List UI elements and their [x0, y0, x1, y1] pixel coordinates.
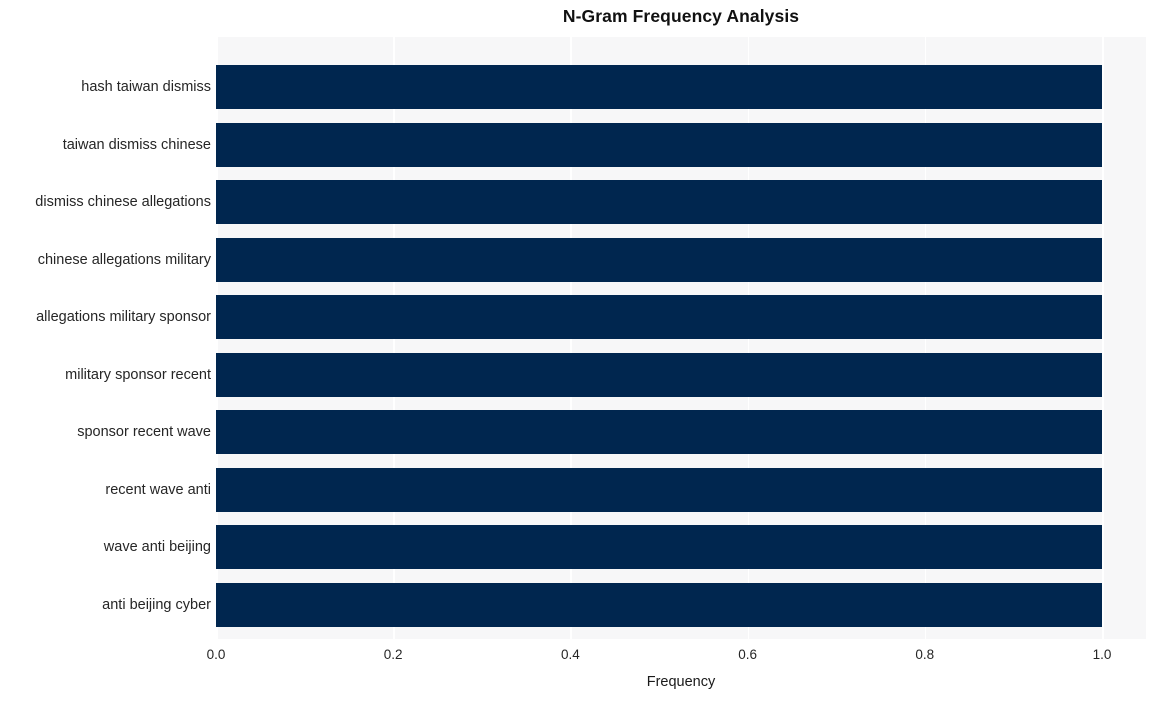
bar-fill [216, 525, 1102, 569]
bar[interactable] [216, 295, 1102, 339]
y-tick-label: recent wave anti [105, 481, 211, 498]
x-tick-label: 0.0 [206, 647, 226, 662]
x-tick-label: 0.8 [915, 647, 935, 662]
bar[interactable] [216, 237, 1102, 282]
bar-fill [216, 237, 1102, 282]
bar-fill [216, 180, 1102, 224]
bars-layer [216, 37, 1146, 639]
bar-fill [216, 582, 1102, 627]
bar-fill [216, 295, 1102, 339]
y-tick-label: anti beijing cyber [102, 596, 211, 613]
x-tick-label: 0.4 [561, 647, 580, 662]
y-tick-label: wave anti beijing [103, 539, 211, 555]
x-axis-tick-labels: 0.0 0.2 0.4 0.6 0.8 1.0 [0, 648, 1156, 670]
chart-figure: N-Gram Frequency Analysis hash taiwan di… [0, 0, 1156, 701]
bar-fill [216, 65, 1102, 109]
bar[interactable] [216, 122, 1102, 167]
y-tick-label: taiwan dismiss chinese [62, 136, 211, 153]
y-tick-label: sponsor recent wave [77, 424, 211, 440]
bar[interactable] [216, 352, 1102, 397]
bar-fill [216, 352, 1102, 397]
plot-area [216, 37, 1146, 639]
x-axis-title: Frequency [646, 674, 716, 690]
y-tick-label: military sponsor recent [65, 366, 211, 383]
y-tick-label: hash taiwan dismiss [81, 79, 211, 95]
bar[interactable] [216, 65, 1102, 109]
y-tick-label: dismiss chinese allegations [35, 194, 211, 210]
chart-title-text: N-Gram Frequency Analysis [562, 6, 800, 26]
bar-fill [216, 122, 1102, 167]
y-axis-tick-labels: hash taiwan dismiss taiwan dismiss chines… [0, 37, 211, 639]
bar[interactable] [216, 467, 1102, 512]
bar[interactable] [216, 410, 1102, 454]
x-tick-label: 1.0 [1092, 647, 1112, 662]
y-tick-label: allegations military sponsor [36, 309, 211, 325]
bar-fill [216, 467, 1102, 512]
bar[interactable] [216, 525, 1102, 569]
chart-title: N-Gram Frequency Analysis [216, 6, 1146, 27]
x-tick-label: 0.2 [383, 647, 403, 662]
bar-fill [216, 410, 1102, 454]
bar[interactable] [216, 582, 1102, 627]
x-tick-label: 0.6 [738, 647, 757, 662]
bar[interactable] [216, 180, 1102, 224]
y-tick-label: chinese allegations military [37, 251, 211, 268]
